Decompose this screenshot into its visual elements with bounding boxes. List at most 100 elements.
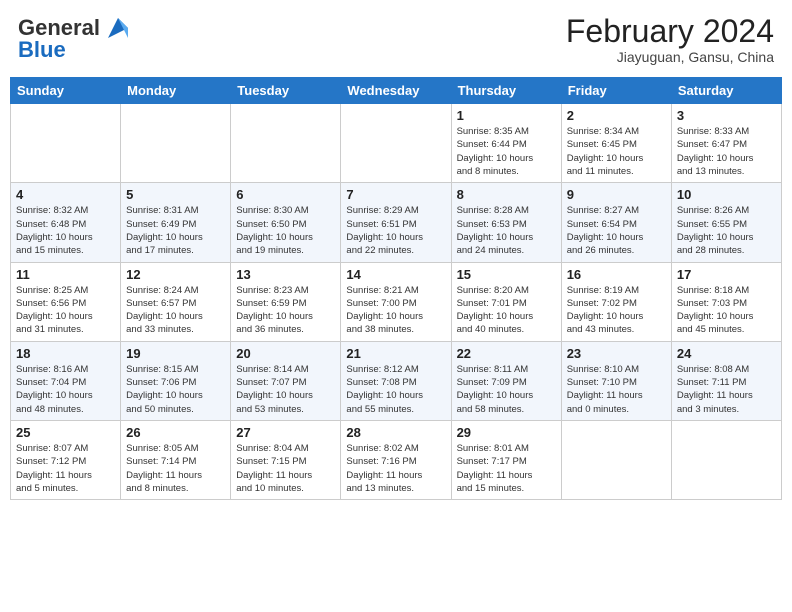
day-info: Sunrise: 8:05 AM Sunset: 7:14 PM Dayligh… [126,442,225,495]
logo: General Blue [18,14,132,62]
title-block: February 2024 Jiayuguan, Gansu, China [566,14,774,65]
calendar-cell [11,104,121,183]
page-header: General Blue February 2024 Jiayuguan, Ga… [10,10,782,69]
day-info: Sunrise: 8:02 AM Sunset: 7:16 PM Dayligh… [346,442,445,495]
calendar-cell: 6 Sunrise: 8:30 AM Sunset: 6:50 PM Daylig… [231,183,341,262]
calendar-cell: 20Sunrise: 8:14 AM Sunset: 7:07 PM Dayli… [231,341,341,420]
day-info: Sunrise: 8:07 AM Sunset: 7:12 PM Dayligh… [16,442,115,495]
day-number: 21 [346,346,445,361]
weekday-header-friday: Friday [561,78,671,104]
day-info: Sunrise: 8:01 AM Sunset: 7:17 PM Dayligh… [457,442,556,495]
weekday-header-tuesday: Tuesday [231,78,341,104]
day-number: 12 [126,267,225,282]
calendar-cell: 24 Sunrise: 8:08 AM Sunset: 7:11 PM Dayli… [671,341,781,420]
day-info: Sunrise: 8:32 AM Sunset: 6:48 PM Dayligh… [16,204,115,257]
day-number: 25 [16,425,115,440]
day-info: Sunrise: 8:20 AM Sunset: 7:01 PM Dayligh… [457,284,556,337]
day-number: 2 [567,108,666,123]
calendar-week-row: 1 Sunrise: 8:35 AM Sunset: 6:44 PM Daylig… [11,104,782,183]
calendar-cell: 29 Sunrise: 8:01 AM Sunset: 7:17 PM Dayli… [451,420,561,499]
calendar-cell: 4 Sunrise: 8:32 AM Sunset: 6:48 PM Daylig… [11,183,121,262]
day-number: 14 [346,267,445,282]
day-number: 17 [677,267,776,282]
calendar-cell: 3 Sunrise: 8:33 AM Sunset: 6:47 PM Daylig… [671,104,781,183]
calendar-cell [341,104,451,183]
day-info: Sunrise: 8:25 AM Sunset: 6:56 PM Dayligh… [16,284,115,337]
day-number: 11 [16,267,115,282]
calendar-cell [671,420,781,499]
calendar-cell: 17 Sunrise: 8:18 AM Sunset: 7:03 PM Dayli… [671,262,781,341]
day-info: Sunrise: 8:30 AM Sunset: 6:50 PM Dayligh… [236,204,335,257]
day-number: 8 [457,187,556,202]
day-number: 15 [457,267,556,282]
day-info: Sunrise: 8:15 AM Sunset: 7:06 PM Dayligh… [126,363,225,416]
calendar-cell: 10Sunrise: 8:26 AM Sunset: 6:55 PM Dayli… [671,183,781,262]
calendar-week-row: 18Sunrise: 8:16 AM Sunset: 7:04 PM Dayli… [11,341,782,420]
calendar-cell: 16 Sunrise: 8:19 AM Sunset: 7:02 PM Dayli… [561,262,671,341]
calendar-cell: 23Sunrise: 8:10 AM Sunset: 7:10 PM Dayli… [561,341,671,420]
calendar-week-row: 4 Sunrise: 8:32 AM Sunset: 6:48 PM Daylig… [11,183,782,262]
day-info: Sunrise: 8:29 AM Sunset: 6:51 PM Dayligh… [346,204,445,257]
calendar-cell [231,104,341,183]
day-number: 4 [16,187,115,202]
calendar-cell: 27 Sunrise: 8:04 AM Sunset: 7:15 PM Dayli… [231,420,341,499]
weekday-header-wednesday: Wednesday [341,78,451,104]
weekday-header-saturday: Saturday [671,78,781,104]
calendar-cell: 5 Sunrise: 8:31 AM Sunset: 6:49 PM Daylig… [121,183,231,262]
calendar-cell: 9 Sunrise: 8:27 AM Sunset: 6:54 PM Daylig… [561,183,671,262]
calendar-cell: 19 Sunrise: 8:15 AM Sunset: 7:06 PM Dayli… [121,341,231,420]
calendar-cell: 15 Sunrise: 8:20 AM Sunset: 7:01 PM Dayli… [451,262,561,341]
day-number: 24 [677,346,776,361]
day-number: 16 [567,267,666,282]
day-number: 13 [236,267,335,282]
day-info: Sunrise: 8:18 AM Sunset: 7:03 PM Dayligh… [677,284,776,337]
day-info: Sunrise: 8:26 AM Sunset: 6:55 PM Dayligh… [677,204,776,257]
month-title: February 2024 [566,14,774,49]
calendar-cell: 8Sunrise: 8:28 AM Sunset: 6:53 PM Daylig… [451,183,561,262]
day-number: 20 [236,346,335,361]
calendar-cell [561,420,671,499]
calendar-cell: 28 Sunrise: 8:02 AM Sunset: 7:16 PM Dayli… [341,420,451,499]
day-number: 6 [236,187,335,202]
weekday-header-monday: Monday [121,78,231,104]
calendar-cell: 22 Sunrise: 8:11 AM Sunset: 7:09 PM Dayli… [451,341,561,420]
day-number: 1 [457,108,556,123]
day-info: Sunrise: 8:23 AM Sunset: 6:59 PM Dayligh… [236,284,335,337]
calendar-cell: 12 Sunrise: 8:24 AM Sunset: 6:57 PM Dayli… [121,262,231,341]
day-number: 9 [567,187,666,202]
calendar-cell: 14 Sunrise: 8:21 AM Sunset: 7:00 PM Dayli… [341,262,451,341]
weekday-header-sunday: Sunday [11,78,121,104]
weekday-header-thursday: Thursday [451,78,561,104]
day-info: Sunrise: 8:21 AM Sunset: 7:00 PM Dayligh… [346,284,445,337]
day-info: Sunrise: 8:08 AM Sunset: 7:11 PM Dayligh… [677,363,776,416]
day-info: Sunrise: 8:19 AM Sunset: 7:02 PM Dayligh… [567,284,666,337]
day-number: 19 [126,346,225,361]
calendar-cell: 1 Sunrise: 8:35 AM Sunset: 6:44 PM Daylig… [451,104,561,183]
day-info: Sunrise: 8:16 AM Sunset: 7:04 PM Dayligh… [16,363,115,416]
calendar-cell: 21Sunrise: 8:12 AM Sunset: 7:08 PM Dayli… [341,341,451,420]
day-info: Sunrise: 8:04 AM Sunset: 7:15 PM Dayligh… [236,442,335,495]
calendar-cell: 25 Sunrise: 8:07 AM Sunset: 7:12 PM Dayli… [11,420,121,499]
calendar-cell: 2 Sunrise: 8:34 AM Sunset: 6:45 PM Daylig… [561,104,671,183]
weekday-header-row: SundayMondayTuesdayWednesdayThursdayFrid… [11,78,782,104]
day-info: Sunrise: 8:35 AM Sunset: 6:44 PM Dayligh… [457,125,556,178]
calendar-cell: 7 Sunrise: 8:29 AM Sunset: 6:51 PM Daylig… [341,183,451,262]
day-number: 28 [346,425,445,440]
calendar-week-row: 11 Sunrise: 8:25 AM Sunset: 6:56 PM Dayli… [11,262,782,341]
calendar-table: SundayMondayTuesdayWednesdayThursdayFrid… [10,77,782,500]
day-info: Sunrise: 8:34 AM Sunset: 6:45 PM Dayligh… [567,125,666,178]
day-number: 5 [126,187,225,202]
day-number: 29 [457,425,556,440]
day-info: Sunrise: 8:11 AM Sunset: 7:09 PM Dayligh… [457,363,556,416]
day-info: Sunrise: 8:24 AM Sunset: 6:57 PM Dayligh… [126,284,225,337]
day-number: 27 [236,425,335,440]
day-info: Sunrise: 8:10 AM Sunset: 7:10 PM Dayligh… [567,363,666,416]
day-number: 7 [346,187,445,202]
day-info: Sunrise: 8:31 AM Sunset: 6:49 PM Dayligh… [126,204,225,257]
day-number: 22 [457,346,556,361]
day-number: 3 [677,108,776,123]
day-info: Sunrise: 8:33 AM Sunset: 6:47 PM Dayligh… [677,125,776,178]
logo-icon [104,14,132,42]
day-info: Sunrise: 8:27 AM Sunset: 6:54 PM Dayligh… [567,204,666,257]
calendar-week-row: 25 Sunrise: 8:07 AM Sunset: 7:12 PM Dayli… [11,420,782,499]
